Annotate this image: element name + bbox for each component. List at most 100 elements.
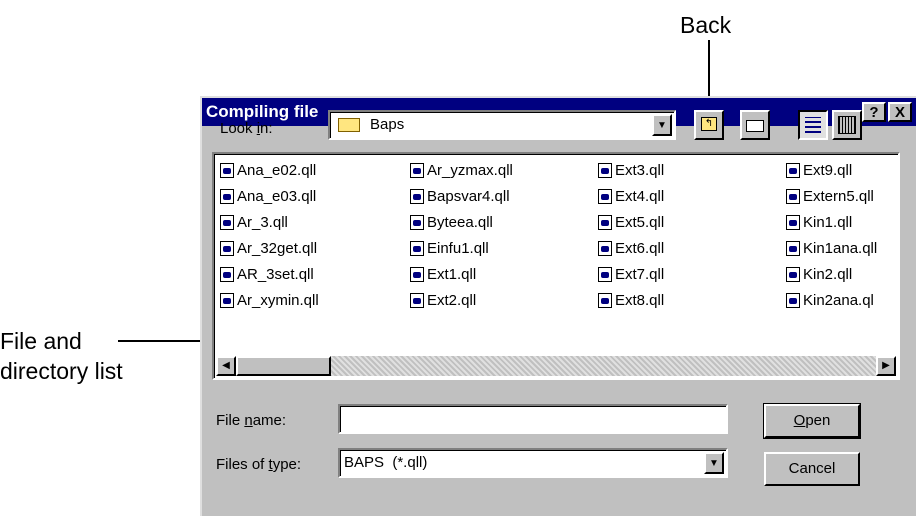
file-item[interactable]: Einfu1.qll — [410, 238, 489, 260]
file-icon — [410, 215, 424, 230]
file-name: Byteea.qll — [427, 214, 493, 231]
file-item[interactable]: Ext5.qll — [598, 212, 664, 234]
folder-icon — [338, 118, 360, 132]
close-button[interactable]: X — [888, 102, 912, 122]
file-icon — [786, 189, 800, 204]
file-item[interactable]: Ext8.qll — [598, 290, 664, 312]
file-item[interactable]: Ext7.qll — [598, 264, 664, 286]
file-name: Ar_xymin.qll — [237, 292, 319, 309]
file-name-label: File name: — [216, 412, 287, 429]
file-name: Ar_3.qll — [237, 214, 288, 231]
file-item[interactable]: Ana_e03.qll — [220, 186, 316, 208]
scroll-thumb[interactable] — [236, 356, 331, 376]
file-item[interactable]: Ar_xymin.qll — [220, 290, 319, 312]
file-name: Ext8.qll — [615, 292, 665, 309]
files-of-type-dropdown[interactable]: BAPS (*.qll) ▼ — [338, 448, 728, 478]
file-item[interactable]: Extern5.qll — [786, 186, 874, 208]
file-item[interactable]: Ar_32get.qll — [220, 238, 317, 260]
file-item[interactable]: Kin2.qll — [786, 264, 852, 286]
list-view-icon — [805, 117, 821, 133]
help-button[interactable]: ? — [862, 102, 886, 122]
up-one-level-icon: ↰ — [701, 117, 717, 131]
file-and-directory-list[interactable]: Ana_e02.qll Ana_e03.qll Ar_3.qll Ar_32get.q… — [212, 152, 900, 380]
file-icon — [786, 163, 800, 178]
callout-file-list-line — [118, 340, 212, 342]
file-item[interactable]: Ext9.qll — [786, 160, 852, 182]
file-icon — [220, 267, 234, 282]
file-name: Kin1.qll — [803, 214, 853, 231]
file-name: Ana_e03.qll — [237, 188, 317, 205]
file-name: Ext4.qll — [615, 188, 665, 205]
file-icon — [220, 215, 234, 230]
file-icon — [786, 215, 800, 230]
file-item[interactable]: Ext4.qll — [598, 186, 664, 208]
file-name: Ext5.qll — [615, 214, 665, 231]
scroll-left-button[interactable]: ◀ — [216, 356, 236, 376]
file-icon — [598, 267, 612, 282]
file-item[interactable]: Ar_yzmax.qll — [410, 160, 513, 182]
open-button[interactable]: Open — [763, 403, 861, 439]
file-icon — [410, 163, 424, 178]
file-item[interactable]: Kin1.qll — [786, 212, 852, 234]
look-in-label: Look in: — [220, 120, 273, 137]
look-in-value: Baps — [370, 116, 405, 133]
scroll-right-button[interactable]: ▶ — [876, 356, 896, 376]
create-new-folder-icon — [746, 120, 764, 132]
look-in-dropdown-arrow[interactable]: ▼ — [652, 114, 672, 136]
file-name: Ext2.qll — [427, 292, 477, 309]
file-icon — [410, 189, 424, 204]
file-item[interactable]: Kin2ana.ql — [786, 290, 874, 312]
list-view-button[interactable] — [798, 110, 828, 140]
file-name-input[interactable] — [338, 404, 728, 434]
file-icon — [220, 241, 234, 256]
horizontal-scrollbar[interactable]: ◀ ▶ — [216, 356, 896, 376]
file-name: Ar_yzmax.qll — [427, 162, 513, 179]
file-item[interactable]: Byteea.qll — [410, 212, 493, 234]
file-item[interactable]: Ar_3.qll — [220, 212, 288, 234]
scroll-track[interactable] — [236, 356, 876, 376]
details-view-button[interactable] — [832, 110, 862, 140]
file-name: Kin2ana.ql — [803, 292, 874, 309]
file-name: Kin2.qll — [803, 266, 853, 283]
file-name: Bapsvar4.qll — [427, 188, 510, 205]
file-item[interactable]: Ext1.qll — [410, 264, 476, 286]
callout-file-list-line2: directory list — [0, 358, 123, 384]
file-icon — [786, 241, 800, 256]
file-item[interactable]: Ext2.qll — [410, 290, 476, 312]
details-view-icon — [838, 116, 856, 134]
up-one-level-button[interactable]: ↰ — [694, 110, 724, 140]
file-item[interactable]: Ana_e02.qll — [220, 160, 316, 182]
cancel-button[interactable]: Cancel — [764, 452, 860, 486]
file-item[interactable]: AR_3set.qll — [220, 264, 314, 286]
files-of-type-label: Files of type: — [216, 456, 302, 473]
file-item[interactable]: Ext6.qll — [598, 238, 664, 260]
file-icon — [598, 241, 612, 256]
file-icon — [220, 189, 234, 204]
file-item[interactable]: Bapsvar4.qll — [410, 186, 510, 208]
file-item[interactable]: Ext3.qll — [598, 160, 664, 182]
file-name: Kin1ana.qll — [803, 240, 878, 257]
callout-back: Back — [680, 12, 732, 38]
file-icon — [598, 215, 612, 230]
file-name: Extern5.qll — [803, 188, 874, 205]
file-icon — [598, 293, 612, 308]
file-icon — [786, 293, 800, 308]
file-item[interactable]: Kin1ana.qll — [786, 238, 877, 260]
files-of-type-value: BAPS (*.qll) — [344, 454, 428, 471]
file-icon — [410, 293, 424, 308]
look-in-dropdown[interactable]: Baps ▼ — [328, 110, 676, 140]
file-name: Ext9.qll — [803, 162, 853, 179]
file-name: Ext7.qll — [615, 266, 665, 283]
file-name: Ext3.qll — [615, 162, 665, 179]
file-icon — [786, 267, 800, 282]
file-icon — [410, 241, 424, 256]
file-name: Ext6.qll — [615, 240, 665, 257]
file-name: AR_3set.qll — [237, 266, 314, 283]
file-name: Einfu1.qll — [427, 240, 489, 257]
file-icon — [598, 163, 612, 178]
file-name: Ar_32get.qll — [237, 240, 318, 257]
create-new-folder-button[interactable] — [740, 110, 770, 140]
file-icon — [598, 189, 612, 204]
file-icon — [220, 163, 234, 178]
files-of-type-dropdown-arrow[interactable]: ▼ — [704, 452, 724, 474]
